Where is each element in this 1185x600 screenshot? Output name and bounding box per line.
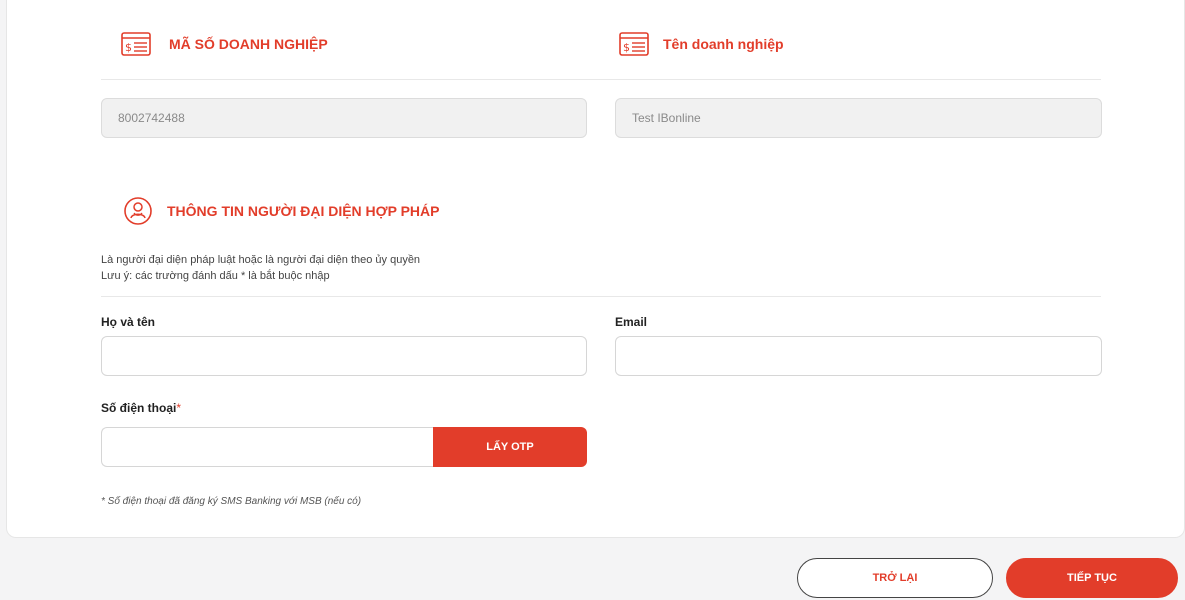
business-code-field: 8002742488 bbox=[101, 98, 587, 138]
document-money-icon: $ bbox=[619, 31, 649, 57]
get-otp-button[interactable]: LẤY OTP bbox=[433, 427, 587, 467]
business-name-title: Tên doanh nghiệp bbox=[663, 36, 784, 52]
phone-input[interactable] bbox=[101, 427, 433, 467]
svg-text:$: $ bbox=[623, 41, 630, 54]
business-code-header: $ MÃ SỐ DOANH NGHIỆP bbox=[121, 31, 328, 57]
form-card: $ MÃ SỐ DOANH NGHIỆP $ Tên doanh nghiệp … bbox=[6, 0, 1185, 538]
representative-note-2: Lưu ý: các trường đánh dấu * là bắt buộc… bbox=[101, 270, 330, 282]
back-button[interactable]: TRỞ LẠI bbox=[797, 558, 993, 598]
person-circle-icon bbox=[123, 197, 153, 225]
representative-title: THÔNG TIN NGƯỜI ĐẠI DIỆN HỢP PHÁP bbox=[167, 203, 440, 219]
business-name-header: $ Tên doanh nghiệp bbox=[619, 31, 784, 57]
document-money-icon: $ bbox=[121, 31, 151, 57]
divider bbox=[101, 79, 1101, 80]
business-code-title: MÃ SỐ DOANH NGHIỆP bbox=[169, 36, 328, 52]
phone-hint: * Số điện thoại đã đăng ký SMS Banking v… bbox=[101, 496, 362, 507]
divider bbox=[101, 296, 1101, 297]
representative-note-1: Là người đại diện pháp luật hoặc là ngườ… bbox=[101, 254, 421, 266]
email-input[interactable] bbox=[615, 336, 1102, 376]
next-button[interactable]: TIẾP TỤC bbox=[1006, 558, 1178, 598]
fullname-label: Họ và tên bbox=[101, 315, 156, 329]
representative-header: THÔNG TIN NGƯỜI ĐẠI DIỆN HỢP PHÁP bbox=[123, 197, 440, 225]
svg-text:$: $ bbox=[125, 41, 132, 54]
fullname-input[interactable] bbox=[101, 336, 587, 376]
phone-label-text: Số điện thoại bbox=[101, 401, 177, 415]
business-name-field: Test IBonline bbox=[615, 98, 1102, 138]
required-mark: * bbox=[176, 401, 182, 415]
email-label: Email bbox=[615, 315, 648, 329]
phone-label: Số điện thoại* bbox=[101, 401, 181, 415]
